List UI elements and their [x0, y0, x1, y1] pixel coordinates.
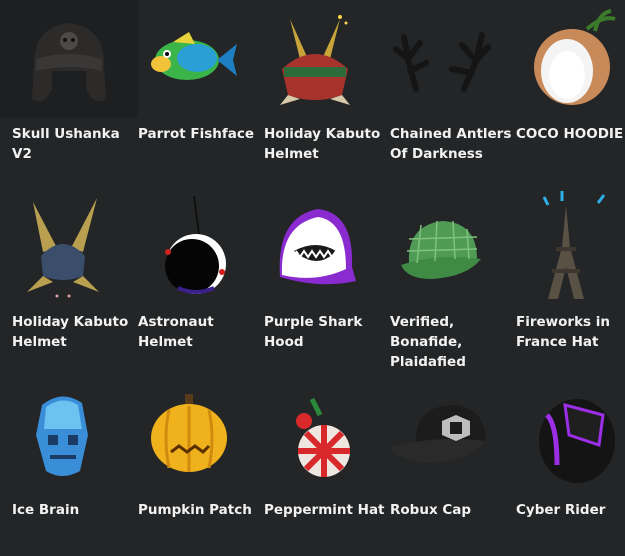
catalog-item-card[interactable]: Purple Shark Hood [252, 188, 378, 368]
catalog-item-card[interactable]: Astronaut Helmet [126, 188, 252, 368]
item-name: COCO HOODIE [516, 126, 624, 142]
item-name: Skull Ushanka V2 [12, 126, 120, 162]
catalog-item-card[interactable]: Cyber Rider [504, 376, 625, 556]
item-name: Fireworks in France Hat [516, 314, 611, 350]
catalog-item-card[interactable]: Holiday Kabuto Helmet [0, 188, 128, 368]
item-name: Holiday Kabuto Helmet [12, 314, 129, 350]
catalog-item-card[interactable]: Skull Ushanka V2 [0, 0, 138, 180]
plaid-cap-icon [378, 188, 504, 306]
kabuto-helmet-icon [252, 0, 378, 118]
catalog-item-card[interactable]: Verified, Bonafide, Plaidafied [378, 188, 504, 370]
kabuto-spiky-icon [0, 188, 126, 306]
item-name: Purple Shark Hood [264, 314, 363, 350]
robux-cap-icon [378, 376, 504, 494]
coconut-hood-icon [504, 0, 625, 118]
catalog-grid: Skull Ushanka V2 Parrot Fishface Holiday… [0, 0, 625, 518]
catalog-item-card[interactable]: Fireworks in France Hat [504, 188, 625, 368]
shark-hood-icon [252, 188, 378, 306]
item-name: Astronaut Helmet [138, 314, 214, 350]
pumpkin-icon [126, 376, 252, 494]
cyber-helmet-icon [504, 376, 625, 494]
ice-brain-icon [0, 376, 126, 494]
item-name: Pumpkin Patch [138, 502, 252, 518]
eiffel-tower-icon [504, 188, 625, 306]
item-name: Chained Antlers Of Darkness [390, 126, 512, 162]
catalog-item-card[interactable]: Peppermint Hat [252, 376, 385, 556]
catalog-item-card[interactable]: Robux Cap [378, 376, 504, 556]
item-name: Holiday Kabuto Helmet [264, 126, 381, 162]
catalog-item-card[interactable]: Pumpkin Patch [126, 376, 252, 556]
peppermint-hat-icon [252, 376, 378, 494]
catalog-item-card[interactable]: COCO HOODIE [504, 0, 625, 180]
astronaut-helmet-icon [126, 188, 252, 306]
item-name: Cyber Rider [516, 502, 606, 518]
parrot-fish-icon [126, 0, 252, 118]
skull-ushanka-icon [0, 0, 138, 118]
item-name: Robux Cap [390, 502, 472, 518]
item-name: Parrot Fishface [138, 126, 255, 142]
item-name: Ice Brain [12, 502, 80, 518]
antlers-icon [378, 0, 504, 118]
catalog-item-card[interactable]: Ice Brain [0, 376, 126, 556]
catalog-item-card[interactable]: Holiday Kabuto Helmet [252, 0, 380, 180]
catalog-item-card[interactable]: Chained Antlers Of Darkness [378, 0, 511, 180]
item-name: Peppermint Hat [264, 502, 385, 518]
catalog-item-card[interactable]: Parrot Fishface [126, 0, 254, 180]
item-name: Verified, Bonafide, Plaidafied [390, 314, 466, 370]
